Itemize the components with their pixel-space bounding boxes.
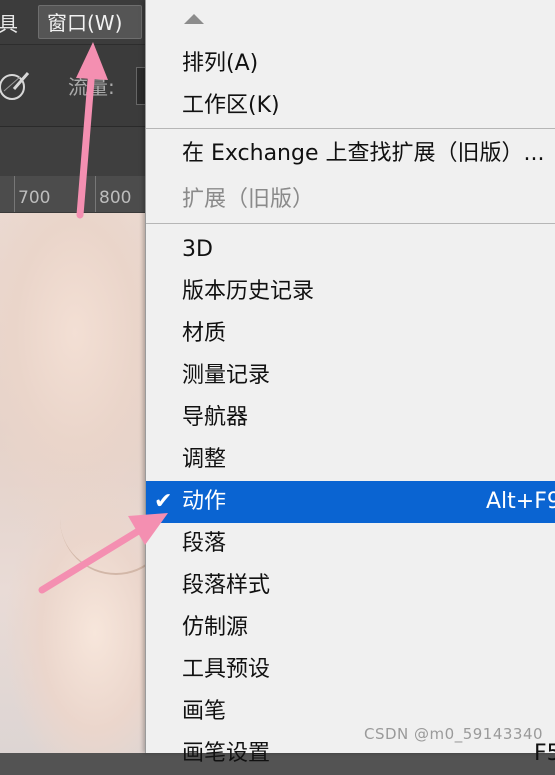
window-dropdown-menu: 排列(A) 工作区(K) 在 Exchange 上查找扩展（旧版）... 扩展（… [145,0,555,766]
scroll-up-arrow-icon[interactable] [184,14,204,24]
menu-separator [146,223,555,224]
menu-item-3d[interactable]: 3D [146,229,555,271]
menu-item-extensions: 扩展（旧版） [146,179,555,221]
menu-item-label: 画笔 [182,699,227,724]
menu-item-workspace[interactable]: 工作区(K) [146,85,555,127]
brush-icon[interactable] [0,67,38,105]
menu-item-label: 调整 [182,447,227,472]
menu-item-label: 动作 [182,489,227,514]
menu-item-label: 排列(A) [182,51,259,76]
menu-item-arrange[interactable]: 排列(A) [146,43,555,85]
tools-menu-partial[interactable]: 具 [0,8,18,37]
menu-item-label: 段落 [182,531,227,556]
menu-item-label: 3D [182,237,213,262]
window-menu-button[interactable]: 窗口(W) [38,5,142,39]
checkmark-icon: ✔ [154,489,173,514]
menu-item-label: 导航器 [182,405,249,430]
menu-item-label: 画笔设置 [182,741,271,766]
menu-item-materials[interactable]: 材质 [146,313,555,355]
menu-item-paragraph[interactable]: 段落 [146,523,555,565]
menu-item-tool-presets[interactable]: 工具预设 [146,649,555,691]
menu-item-adjustments[interactable]: 调整 [146,439,555,481]
menu-item-version-history[interactable]: 版本历史记录 [146,271,555,313]
watermark: CSDN @m0_59143340 [364,725,544,743]
menu-item-find-extensions[interactable]: 在 Exchange 上查找扩展（旧版）... [146,133,555,175]
ruler-label: 800 [99,188,132,208]
menu-item-label: 测量记录 [182,363,271,388]
menu-item-paragraph-styles[interactable]: 段落样式 [146,565,555,607]
menu-item-label: 版本历史记录 [182,279,315,304]
menu-item-label: 扩展（旧版） [182,187,315,212]
menu-item-measurement-log[interactable]: 测量记录 [146,355,555,397]
menu-item-shortcut: Alt+F9 [486,489,555,514]
menu-item-label: 在 Exchange 上查找扩展（旧版）... [182,141,545,166]
menu-separator [146,128,555,129]
flow-label: 流量: [68,75,115,99]
menu-item-navigator[interactable]: 导航器 [146,397,555,439]
menu-item-actions[interactable]: ✔ 动作 Alt+F9 [146,481,555,523]
menu-item-label: 工作区(K) [182,93,280,118]
ruler-label: 700 [18,188,51,208]
menu-item-clone-source[interactable]: 仿制源 [146,607,555,649]
menu-item-label: 材质 [182,321,227,346]
menu-item-label: 段落样式 [182,573,271,598]
ruler-tick [95,176,96,212]
menu-item-label: 仿制源 [182,615,249,640]
menu-item-label: 工具预设 [182,657,271,682]
ruler-tick [14,176,15,212]
